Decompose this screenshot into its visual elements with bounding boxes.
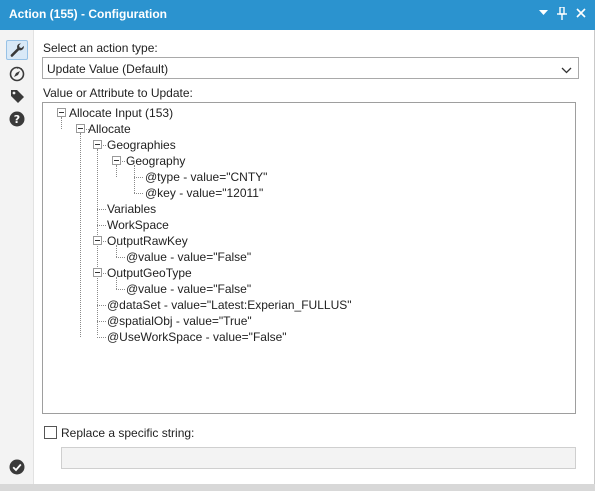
tree-connector [97,305,106,306]
tree-connector [134,177,143,178]
tree-label: Value or Attribute to Update: [43,86,193,100]
collapse-toggle-icon[interactable] [93,236,102,245]
tree-connector [116,257,125,258]
tree-node[interactable]: Allocate Input (153) [69,106,173,120]
tree-connector [116,165,117,177]
tree-node[interactable]: Geographies [107,138,176,152]
tree-connector [134,165,135,193]
tree-connector [97,225,106,226]
tree-node[interactable]: Allocate [88,122,131,136]
collapse-toggle-icon[interactable] [112,156,121,165]
dropdown-arrow-icon[interactable] [537,6,549,20]
tree-node[interactable]: OutputRawKey [107,234,188,248]
title-bar: Action (155) - Configuration [0,0,595,30]
svg-text:?: ? [14,113,20,126]
tree-connector [80,133,81,337]
tree-node[interactable]: @value - value="False" [126,250,251,264]
tree-node[interactable]: Geography [126,154,185,168]
tree-node[interactable]: @UseWorkSpace - value="False" [107,330,287,344]
configuration-wrench-icon[interactable] [6,40,28,60]
tree-node[interactable]: WorkSpace [107,218,169,232]
annotation-tag-icon[interactable] [6,86,28,106]
tree-node[interactable]: @type - value="CNTY" [145,170,267,184]
tree-node[interactable]: @spatialObj - value="True" [107,314,252,328]
chevron-down-icon [561,63,572,77]
collapse-toggle-icon[interactable] [93,140,102,149]
tree-connector [116,289,125,290]
tree-node[interactable]: OutputGeoType [107,266,192,280]
tree-connector [97,337,106,338]
title-controls [537,6,587,20]
replace-string-checkbox[interactable] [44,426,57,439]
attribute-tree[interactable]: Allocate Input (153) Allocate Geographie… [42,102,576,414]
tree-connector [134,193,143,194]
tree-node[interactable]: @dataSet - value="Latest:Experian_FULLUS… [107,298,352,312]
replace-string-label: Replace a specific string: [61,426,195,440]
window-title: Action (155) - Configuration [9,7,167,21]
layout-navigation-icon[interactable] [6,64,28,84]
tree-connector [61,117,62,129]
help-icon[interactable]: ? [6,109,28,129]
replace-string-input[interactable] [61,447,576,469]
pin-icon[interactable] [556,6,568,20]
action-type-select[interactable]: Update Value (Default) [42,57,579,79]
tree-node[interactable]: @key - value="12011" [145,186,263,200]
collapse-toggle-icon[interactable] [93,268,102,277]
close-icon[interactable] [575,6,587,20]
tree-connector [97,321,106,322]
collapse-toggle-icon[interactable] [57,108,66,117]
action-type-label: Select an action type: [43,41,158,55]
tree-node[interactable]: @value - value="False" [126,282,251,296]
action-type-value: Update Value (Default) [47,62,169,76]
left-sidebar: ··· ? [0,30,34,491]
tree-connector [97,209,106,210]
tree-node[interactable]: Variables [107,202,156,216]
checkmark-icon [6,457,28,477]
collapse-toggle-icon[interactable] [76,124,85,133]
bottom-border [0,484,595,491]
